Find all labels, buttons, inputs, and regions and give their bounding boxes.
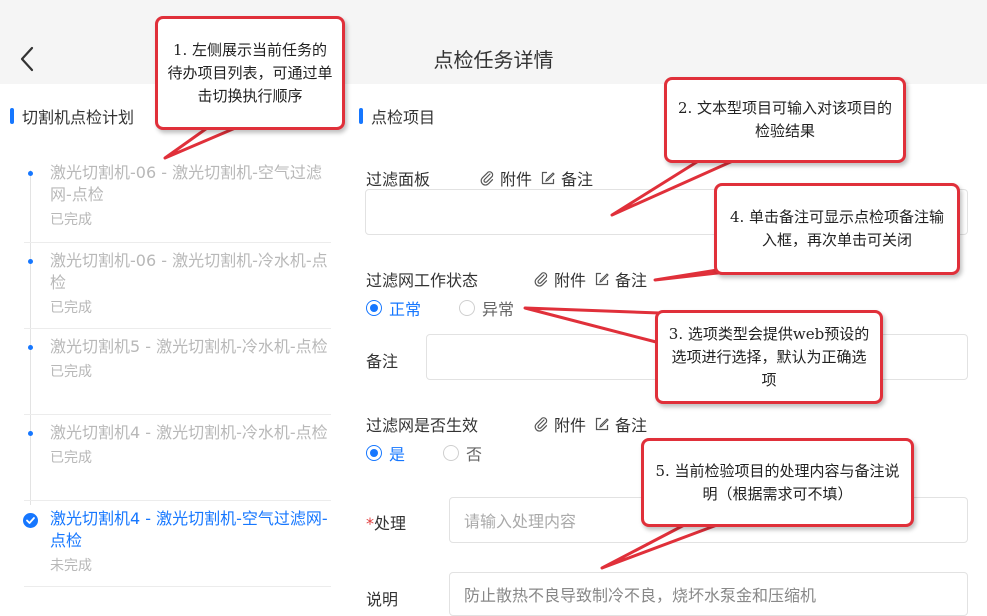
radio-circle [459,300,476,316]
task-item-5[interactable]: 激光切割机4 - 激光切割机-空气过滤网-点检 未完成 [50,508,340,575]
divider [24,586,331,587]
attachment-label: 附件 [554,416,587,435]
radio-circle [443,445,460,461]
radio-normal[interactable]: 正常 [366,296,421,320]
radio-circle [366,300,382,316]
callout-3: 4. 单击备注可显示点检项备注输入框，再次单击可关闭 [714,183,960,275]
remark-label: 备注 [561,170,594,189]
item-actions: 附件 备注 [533,412,655,436]
remark-field-label: 备注 [366,352,399,371]
sidebar-title-text: 切割机点检计划 [22,108,135,127]
item-label: 过滤面板 [366,170,431,189]
task-item-1[interactable]: 激光切割机-06 - 激光切割机-空气过滤网-点检 已完成 [50,162,340,229]
timeline-line [30,170,31,505]
timeline-dot [28,171,33,176]
required-mark: * [366,514,374,533]
remark-button[interactable]: 备注 [594,412,647,436]
check-circle-icon [23,513,38,528]
item-actions: 附件 备注 [479,166,601,190]
callout-4: 3. 选项类型会提供web预设的选项进行选择，默认为正确选项 [655,310,883,404]
divider [24,242,331,243]
paperclip-icon [534,417,548,432]
divider [24,328,331,329]
radio-label: 异常 [482,300,515,319]
remark-button[interactable]: 备注 [594,267,647,291]
radio-yes[interactable]: 是 [366,441,405,465]
main-section-title-text: 点检项目 [371,108,436,127]
task-name: 激光切割机4 - 激光切割机-冷水机-点检 [50,423,328,442]
timeline-dot [28,345,33,350]
task-item-4[interactable]: 激光切割机4 - 激光切割机-冷水机-点检 已完成 [50,422,340,467]
task-status: 未完成 [50,558,92,574]
effective-radio-group: 是 否 [366,441,520,465]
divider [24,414,331,415]
callout-2: 2. 文本型项目可输入对该项目的检验结果 [664,77,906,163]
remark-label: 备注 [615,271,648,290]
remark-button[interactable]: 备注 [540,166,593,190]
task-status: 已完成 [50,450,92,466]
task-name: 激光切割机-06 - 激光切割机-空气过滤网-点检 [50,163,322,204]
process-label-text: 处理 [374,514,407,533]
radio-label: 正常 [389,300,422,319]
task-status: 已完成 [50,212,92,228]
process-label: *处理 [366,510,406,534]
task-name: 激光切割机-06 - 激光切割机-冷水机-点检 [50,251,328,292]
radio-no[interactable]: 否 [443,441,482,465]
note-value: 防止散热不良导致制冷不良，烧坏水泵金和压缩机 [464,586,817,605]
timeline-dot [28,431,33,436]
task-name: 激光切割机5 - 激光切割机-冷水机-点检 [50,337,328,356]
attachment-button[interactable]: 附件 [479,166,532,190]
item-label: 过滤网工作状态 [366,271,479,290]
main-section-title: 点检项目 [359,104,435,128]
attachment-button[interactable]: 附件 [533,412,586,436]
radio-label: 是 [389,445,406,464]
radio-abnormal[interactable]: 异常 [459,296,514,320]
status-radio-group: 正常 异常 [366,296,552,320]
section-marker [359,108,363,124]
attachment-label: 附件 [554,271,587,290]
process-placeholder: 请输入处理内容 [464,512,577,531]
divider [24,500,331,501]
header-bar: 点检任务详情 [0,0,987,84]
remark-label: 备注 [615,416,648,435]
edit-icon [595,272,609,286]
page-title: 点检任务详情 [433,48,554,72]
item-label: 过滤网是否生效 [366,416,479,435]
radio-label: 否 [466,445,483,464]
callout-1: 1. 左侧展示当前任务的待办项目列表，可通过单击切换执行顺序 [155,16,345,130]
section-marker [10,108,14,124]
radio-circle [366,445,382,461]
item-actions: 附件 备注 [533,267,655,291]
timeline-dot [28,259,33,264]
attachment-label: 附件 [500,170,533,189]
task-name: 激光切割机4 - 激光切割机-空气过滤网-点检 [50,509,328,550]
sidebar-title: 切割机点检计划 [10,104,134,128]
edit-icon [595,417,609,431]
task-status: 已完成 [50,364,92,380]
callout-5: 5. 当前检验项目的处理内容与备注说明（根据需求可不填） [641,438,914,527]
task-status: 已完成 [50,300,92,316]
edit-icon [541,171,555,185]
task-item-2[interactable]: 激光切割机-06 - 激光切割机-冷水机-点检 已完成 [50,250,340,317]
task-item-3[interactable]: 激光切割机5 - 激光切割机-冷水机-点检 已完成 [50,336,340,381]
paperclip-icon [534,272,548,287]
attachment-button[interactable]: 附件 [533,267,586,291]
note-input[interactable]: 防止散热不良导致制冷不良，烧坏水泵金和压缩机 [449,572,968,616]
paperclip-icon [480,171,494,186]
note-label: 说明 [366,590,399,609]
